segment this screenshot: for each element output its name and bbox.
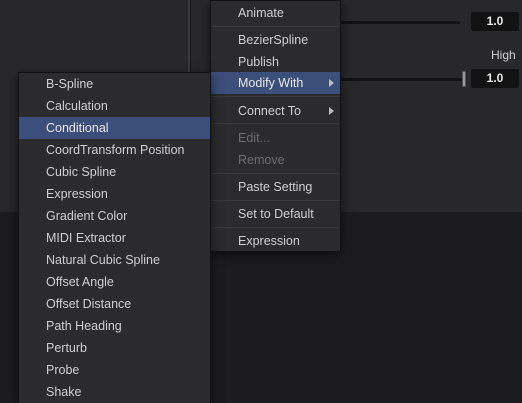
submenu-item-midi-extractor[interactable]: MIDI Extractor xyxy=(19,227,210,249)
submenu-item-offset-angle[interactable]: Offset Angle xyxy=(19,271,210,293)
menu-separator xyxy=(212,173,339,174)
menu-separator xyxy=(212,227,339,228)
top-slider-track[interactable] xyxy=(330,21,460,24)
menu-item-modify-with-label: Modify With xyxy=(238,76,304,90)
menu-item-publish[interactable]: Publish xyxy=(211,51,340,73)
menu-item-connect-to[interactable]: Connect To xyxy=(211,100,340,122)
submenu-item-calculation[interactable]: Calculation xyxy=(19,95,210,117)
submenu-item-path-heading[interactable]: Path Heading xyxy=(19,315,210,337)
menu-item-remove: Remove xyxy=(238,153,285,167)
submenu-item-gradient-color[interactable]: Gradient Color xyxy=(19,205,210,227)
high-label: High xyxy=(491,48,516,62)
context-menu: Animate BezierSpline Publish Modify With… xyxy=(210,0,341,252)
menu-separator xyxy=(212,26,339,27)
submenu-item-b-spline[interactable]: B-Spline xyxy=(19,73,210,95)
inspector-panel: 1.0 High 1.0 Animate BezierSpline Publis… xyxy=(0,0,522,403)
submenu-item-perturb[interactable]: Perturb xyxy=(19,337,210,359)
submenu-item-expression[interactable]: Expression xyxy=(19,183,210,205)
high-slider-thumb[interactable] xyxy=(462,71,466,87)
submenu-arrow-icon xyxy=(329,107,334,115)
menu-item-paste-setting[interactable]: Paste Setting xyxy=(211,176,340,198)
menu-item-modify-with[interactable]: Modify With xyxy=(211,72,340,94)
menu-item-expression[interactable]: Expression xyxy=(211,230,340,252)
menu-separator xyxy=(212,200,339,201)
menu-item-edit: Edit... xyxy=(238,131,270,145)
submenu-item-natural-cubic-spline[interactable]: Natural Cubic Spline xyxy=(19,249,210,271)
submenu-item-offset-distance[interactable]: Offset Distance xyxy=(19,293,210,315)
modify-with-submenu: B-Spline Calculation Conditional CoordTr… xyxy=(18,72,211,403)
top-value-field[interactable]: 1.0 xyxy=(471,12,519,31)
menu-item-connect-to-label: Connect To xyxy=(238,104,302,118)
menu-separator xyxy=(212,123,339,124)
submenu-item-cubic-spline[interactable]: Cubic Spline xyxy=(19,161,210,183)
submenu-item-shake[interactable]: Shake xyxy=(19,381,210,403)
submenu-item-probe[interactable]: Probe xyxy=(19,359,210,381)
menu-item-animate[interactable]: Animate xyxy=(211,2,340,24)
menu-item-set-to-default[interactable]: Set to Default xyxy=(211,203,340,225)
high-slider-track[interactable] xyxy=(330,78,462,81)
submenu-item-conditional[interactable]: Conditional xyxy=(19,117,210,139)
submenu-arrow-icon xyxy=(329,79,334,87)
menu-separator xyxy=(212,96,339,97)
submenu-item-coordtransform-position[interactable]: CoordTransform Position xyxy=(19,139,210,161)
high-value-field[interactable]: 1.0 xyxy=(471,69,519,88)
menu-item-bezierspline[interactable]: BezierSpline xyxy=(211,29,340,51)
